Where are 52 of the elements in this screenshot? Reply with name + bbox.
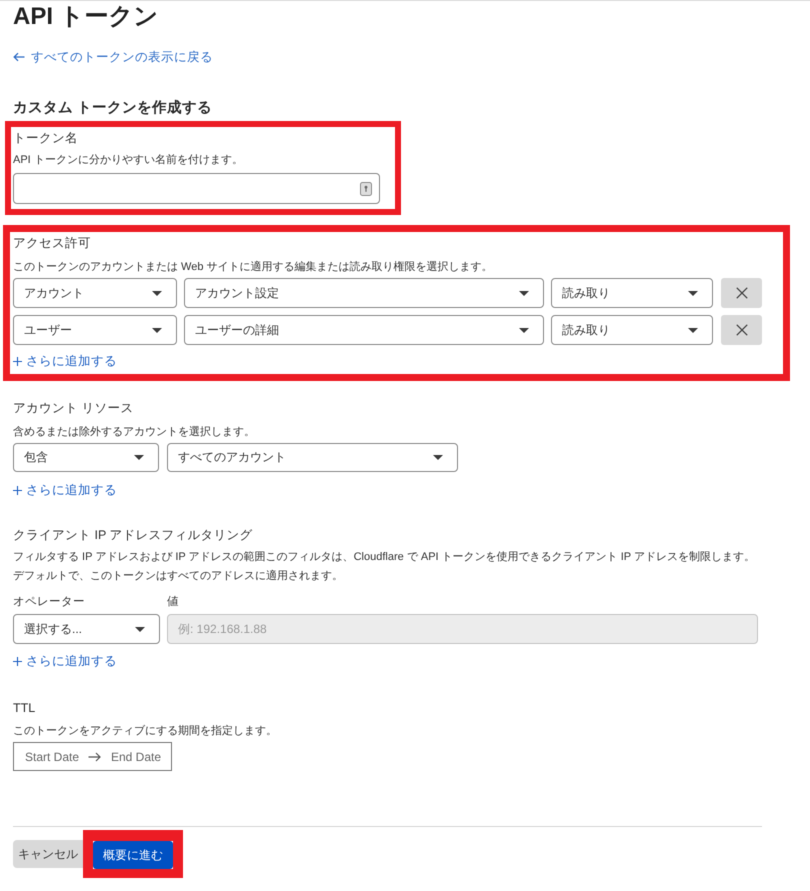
keyhole-icon — [360, 182, 372, 196]
section-description: このトークンをアクティブにする期間を指定します。 — [13, 724, 277, 739]
caret-icon — [152, 328, 162, 332]
start-date-field[interactable]: Start Date — [25, 748, 80, 764]
form-heading: カスタム トークンを作成する — [13, 98, 212, 118]
remove-button[interactable] — [721, 315, 762, 345]
section-description: 含めるまたは除外するアカウントを選択します。 — [13, 425, 255, 440]
section-label: TTL — [13, 700, 36, 717]
section-label: アクセス許可 — [13, 235, 91, 252]
include-dropdown[interactable]: 包含 — [13, 443, 159, 472]
arrow-right-icon — [88, 752, 101, 762]
close-icon — [736, 287, 748, 299]
operator-dropdown[interactable]: 選択する... — [13, 614, 160, 644]
caret-icon — [152, 290, 162, 296]
section-label: クライアント IP アドレスフィルタリング — [13, 527, 253, 544]
value-label: 値 — [167, 594, 179, 610]
close-icon — [736, 324, 748, 336]
proceed-button[interactable]: 概要に進む — [93, 841, 173, 869]
section-description: フィルタする IP アドレスおよび IP アドレスの範囲このフィルタは、Cloudflare で API トークンを使用できるクライアント IP アドレスを制限します。デフォルトで、このトークンはすべてのアドレスに適用されます。 — [13, 550, 756, 584]
caret-icon — [519, 328, 529, 332]
section-label: アカウント リソース — [13, 400, 134, 417]
arrow-left-icon — [13, 52, 25, 62]
field-description: API トークンに分かりやすい名前を付けます。 — [13, 153, 243, 168]
caret-icon — [433, 455, 443, 460]
date-range-picker[interactable]: Start Date End Date — [13, 742, 172, 771]
account-dropdown[interactable]: すべてのアカウント — [167, 443, 458, 472]
resource-dropdown[interactable]: アカウント — [13, 278, 177, 308]
plus-icon — [13, 356, 22, 366]
plus-icon — [13, 486, 22, 494]
end-date-field[interactable]: End Date — [111, 748, 161, 764]
add-more-link[interactable]: さらに追加する — [13, 481, 117, 499]
caret-icon — [688, 290, 698, 296]
plus-icon — [13, 656, 22, 666]
page-title: API トークン — [13, 2, 159, 32]
caret-icon — [135, 626, 145, 632]
remove-button[interactable] — [721, 278, 762, 308]
cancel-button[interactable]: キャンセル — [13, 840, 83, 868]
section-description: このトークンのアカウントまたは Web サイトに適用する編集または読み取り権限を選択します。 — [13, 260, 493, 275]
add-more-link[interactable]: さらに追加する — [13, 352, 117, 370]
permission-dropdown[interactable]: アカウント設定 — [184, 278, 544, 308]
caret-icon — [134, 455, 144, 460]
access-dropdown[interactable]: 読み取り — [551, 315, 713, 345]
caret-icon — [688, 328, 698, 332]
resource-dropdown[interactable]: ユーザー — [13, 315, 177, 345]
field-label: トークン名 — [13, 130, 78, 147]
operator-label: オペレーター — [13, 595, 86, 610]
back-link[interactable]: すべてのトークンの表示に戻る — [13, 49, 213, 65]
access-dropdown[interactable]: 読み取り — [551, 278, 713, 308]
caret-icon — [519, 290, 529, 296]
add-more-link[interactable]: さらに追加する — [13, 652, 117, 670]
token-name-input[interactable] — [13, 173, 380, 204]
permission-dropdown[interactable]: ユーザーの詳細 — [184, 315, 544, 345]
